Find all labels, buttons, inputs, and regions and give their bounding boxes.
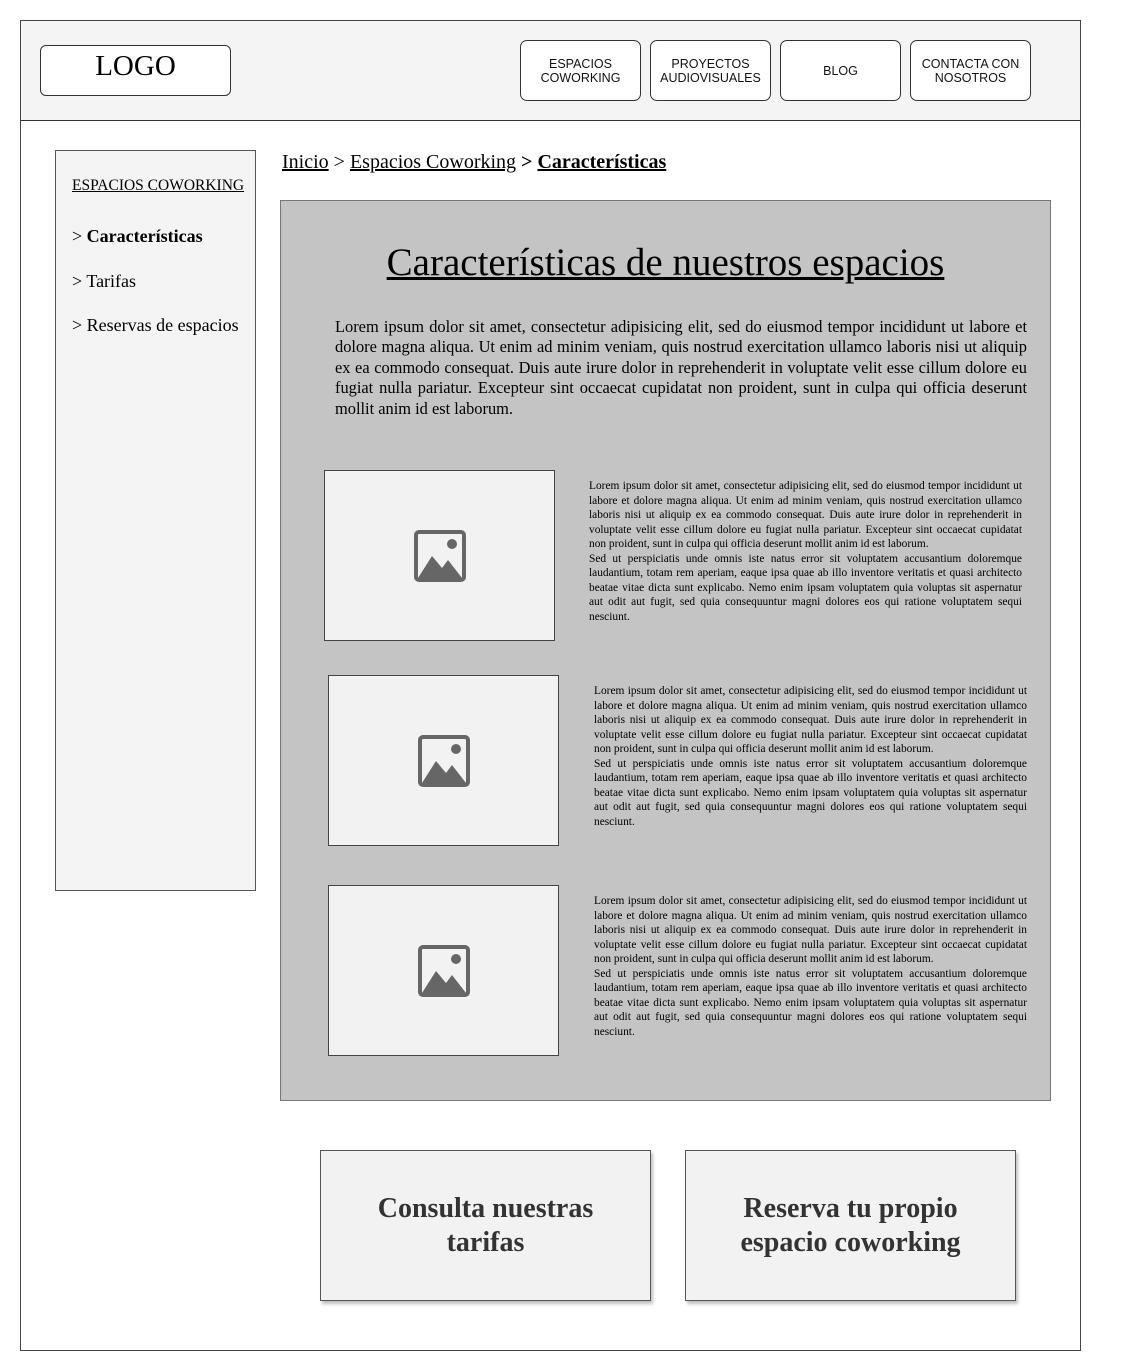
- breadcrumb-separator: >: [333, 151, 345, 173]
- image-placeholder-icon: [413, 529, 466, 582]
- feature-text: Lorem ipsum dolor sit amet, consectetur …: [594, 684, 1027, 829]
- sidebar-item-label: Reservas de espacios: [86, 315, 239, 335]
- feature-paragraph: Lorem ipsum dolor sit amet, consectetur …: [594, 895, 1027, 965]
- sidebar-item-label: Características: [86, 226, 203, 246]
- sidebar-item-reservas[interactable]: > Reservas de espacios: [72, 315, 239, 336]
- page-title: Características de nuestros espacios: [386, 241, 945, 284]
- breadcrumb-current: Características: [537, 151, 667, 173]
- feature-text: Lorem ipsum dolor sit amet, consectetur …: [594, 894, 1027, 1039]
- breadcrumb-separator: >: [521, 151, 533, 173]
- cta-tarifas-button[interactable]: Consulta nuestras tarifas: [320, 1150, 651, 1301]
- nav-proyectos-audiovisuales[interactable]: PROYECTOS AUDIOVISUALES: [650, 40, 771, 101]
- feature-paragraph: Sed ut perspiciatis unde omnis iste natu…: [589, 552, 1022, 623]
- image-placeholder-icon: [417, 944, 470, 997]
- nav-espacios-coworking[interactable]: ESPACIOS COWORKING: [520, 40, 641, 101]
- sidebar: [55, 150, 256, 891]
- logo[interactable]: LOGO: [40, 45, 231, 96]
- cta-reserva-button[interactable]: Reserva tu propio espacio coworking: [685, 1150, 1016, 1301]
- sidebar-item-prefix: >: [72, 271, 87, 291]
- feature-image: [324, 470, 555, 641]
- nav-contacta[interactable]: CONTACTA CON NOSOTROS: [910, 40, 1031, 101]
- breadcrumb-espacios-coworking[interactable]: Espacios Coworking: [350, 151, 516, 173]
- image-placeholder-icon: [417, 734, 470, 787]
- breadcrumb-inicio[interactable]: Inicio: [282, 151, 329, 173]
- feature-image: [328, 885, 559, 1056]
- feature-paragraph: Sed ut perspiciatis unde omnis iste natu…: [594, 757, 1027, 828]
- breadcrumb: Inicio > Espacios Coworking > Caracterís…: [282, 151, 666, 174]
- intro-text: Lorem ipsum dolor sit amet, consectetur …: [335, 317, 1027, 418]
- feature-paragraph: Lorem ipsum dolor sit amet, consectetur …: [594, 685, 1027, 755]
- feature-text: Lorem ipsum dolor sit amet, consectetur …: [589, 479, 1022, 624]
- feature-paragraph: Lorem ipsum dolor sit amet, consectetur …: [589, 480, 1022, 550]
- sidebar-item-label: Tarifas: [86, 271, 137, 291]
- sidebar-item-tarifas[interactable]: > Tarifas: [72, 271, 136, 292]
- sidebar-title[interactable]: ESPACIOS COWORKING: [72, 177, 244, 195]
- feature-image: [328, 675, 559, 846]
- sidebar-item-prefix: >: [72, 315, 87, 335]
- feature-paragraph: Sed ut perspiciatis unde omnis iste natu…: [594, 967, 1027, 1038]
- sidebar-item-caracteristicas[interactable]: > Características: [72, 226, 203, 247]
- sidebar-item-prefix: >: [72, 226, 87, 246]
- nav-blog[interactable]: BLOG: [780, 40, 901, 101]
